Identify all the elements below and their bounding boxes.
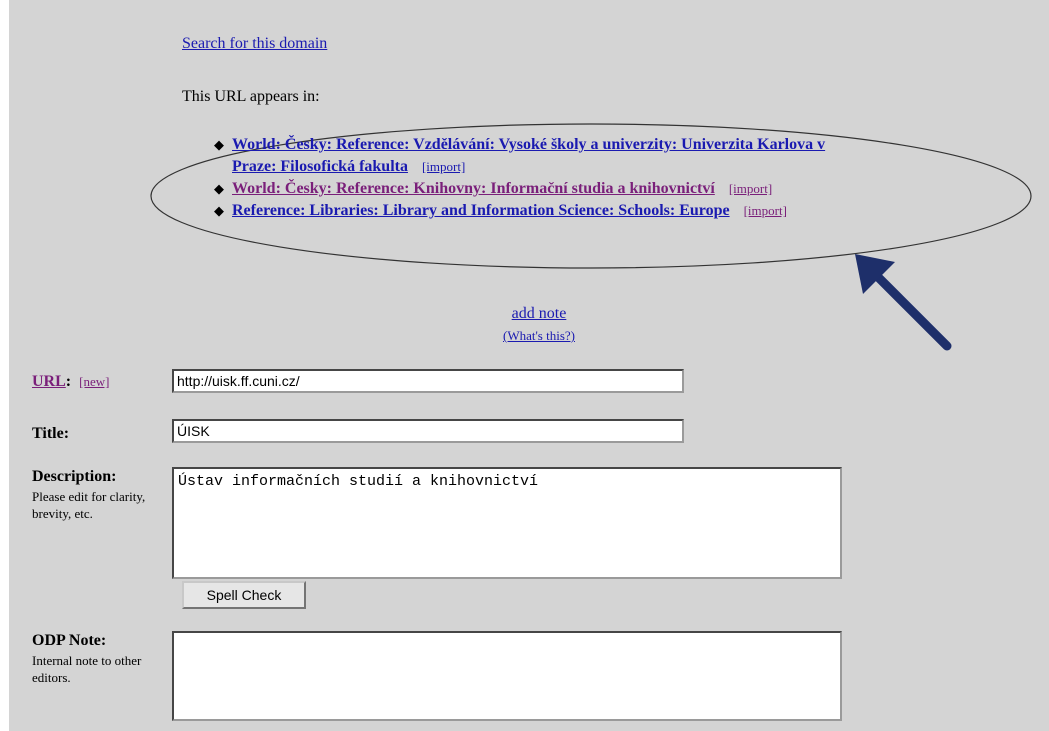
new-url-link[interactable]: [new] [79, 374, 109, 389]
odp-note-hint: Internal note to other editors. [32, 653, 142, 685]
add-note-link[interactable]: add note [489, 305, 589, 323]
title-input[interactable] [172, 419, 684, 443]
spell-check-button[interactable]: Spell Check [182, 581, 306, 609]
bullet-icon: ◆ [214, 203, 224, 218]
url-colon: : [65, 373, 72, 390]
description-label: Description: [32, 468, 117, 485]
bullet-icon: ◆ [214, 137, 224, 152]
title-label: Title: [32, 425, 70, 442]
url-label-group: URL: [new] [32, 373, 109, 391]
import-link-3[interactable]: [import] [744, 203, 787, 218]
category-link-1[interactable]: World: Česky: Reference: Vzdělávání: Vys… [232, 136, 825, 153]
import-link-2[interactable]: [import] [729, 181, 772, 196]
appears-in-text: This URL appears in: [182, 88, 320, 105]
category-link-1-cont[interactable]: Praze: Filosofická fakulta [232, 158, 408, 175]
list-item: ◆ World: Česky: Reference: Vzdělávání: V… [214, 134, 1034, 178]
odp-note-textarea[interactable] [172, 631, 842, 721]
import-link-1[interactable]: [import] [422, 159, 465, 174]
list-item: ◆ World: Česky: Reference: Knihovny: Inf… [214, 178, 1034, 200]
pointer-arrow-icon [855, 254, 952, 351]
description-textarea[interactable]: Ústav informačních studií a knihovnictví [172, 467, 842, 579]
search-domain-link[interactable]: Search for this domain [182, 35, 327, 53]
url-label-link[interactable]: URL [32, 373, 66, 390]
list-item: ◆ Reference: Libraries: Library and Info… [214, 200, 1034, 222]
url-input[interactable] [172, 369, 684, 393]
category-link-3[interactable]: Reference: Libraries: Library and Inform… [232, 202, 730, 219]
appears-in-list: ◆ World: Česky: Reference: Vzdělávání: V… [214, 134, 1034, 222]
description-hint: Please edit for clarity, brevity, etc. [32, 489, 146, 521]
bullet-icon: ◆ [214, 181, 224, 196]
form-panel: Search for this domain This URL appears … [9, 0, 1049, 731]
category-link-2[interactable]: World: Česky: Reference: Knihovny: Infor… [232, 180, 715, 197]
whats-this-link[interactable]: (What's this?) [459, 328, 619, 344]
odp-note-label: ODP Note: [32, 632, 107, 649]
